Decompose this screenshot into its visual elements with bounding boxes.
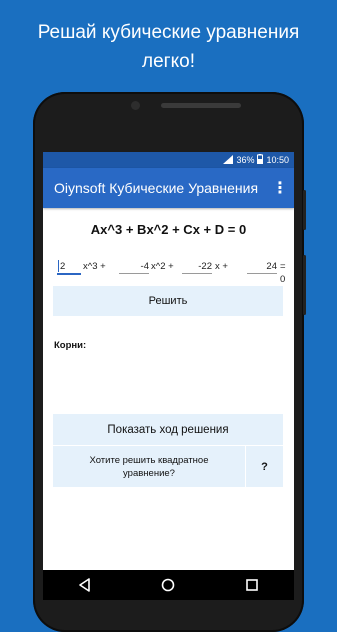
battery-icon xyxy=(257,154,264,166)
phone-speaker xyxy=(161,103,241,108)
phone-side-button xyxy=(303,190,306,230)
promo-line-2: легко! xyxy=(142,51,195,72)
back-icon[interactable] xyxy=(73,573,97,597)
promo-line-1: Решай кубические уравнения xyxy=(37,22,300,43)
coefficient-a-input[interactable]: 2 xyxy=(57,260,81,275)
coefficient-b-input[interactable]: -4 xyxy=(119,260,149,274)
roots-label: Корни: xyxy=(54,340,87,351)
phone-camera xyxy=(131,101,140,110)
x3-term-label: x^3 + xyxy=(83,261,106,272)
coefficient-d-value: 24 xyxy=(266,261,277,272)
overflow-menu-icon[interactable]: ⋮ xyxy=(272,178,288,198)
x-term-label: x + xyxy=(215,261,228,272)
app-screen: 36% 10:50 Oiynsoft Кубические Уравнения … xyxy=(43,152,294,600)
show-steps-button[interactable]: Показать ход решения xyxy=(53,414,283,445)
recents-icon[interactable] xyxy=(240,573,264,597)
equation-formula: Ax^3 + Bx^2 + Cx + D = 0 xyxy=(90,222,247,237)
status-bar: 36% 10:50 xyxy=(43,152,294,168)
help-button[interactable]: ? xyxy=(246,446,283,487)
coefficient-c-input[interactable]: -22 xyxy=(182,260,212,274)
coefficient-c-value: -22 xyxy=(198,261,212,272)
coefficient-b-value: -4 xyxy=(140,261,149,272)
quadratic-equation-button[interactable]: Хотите решить квадратное уравнение? xyxy=(53,446,245,487)
x2-term-label: x^2 + xyxy=(151,261,174,272)
battery-percent: 36% xyxy=(236,155,255,165)
equals-zero-label: = 0 xyxy=(280,261,286,285)
status-time: 10:50 xyxy=(266,155,289,165)
signal-icon xyxy=(223,154,234,166)
coefficient-a-value: 2 xyxy=(60,261,66,272)
app-title: Oiynsoft Кубические Уравнения xyxy=(54,180,259,196)
phone-side-button-volume xyxy=(303,255,306,315)
navigation-bar xyxy=(43,570,294,600)
coefficient-d-input[interactable]: 24 xyxy=(247,260,277,274)
coefficient-row: 2 x^3 + -4 x^2 + -22 x + 24 = 0 xyxy=(51,258,286,285)
home-icon[interactable] xyxy=(156,573,180,597)
app-bar: Oiynsoft Кубические Уравнения ⋮ xyxy=(43,168,294,208)
solve-button[interactable]: Решить xyxy=(53,286,283,316)
promo-headline: Решай кубические уравнения легко! xyxy=(0,18,337,76)
